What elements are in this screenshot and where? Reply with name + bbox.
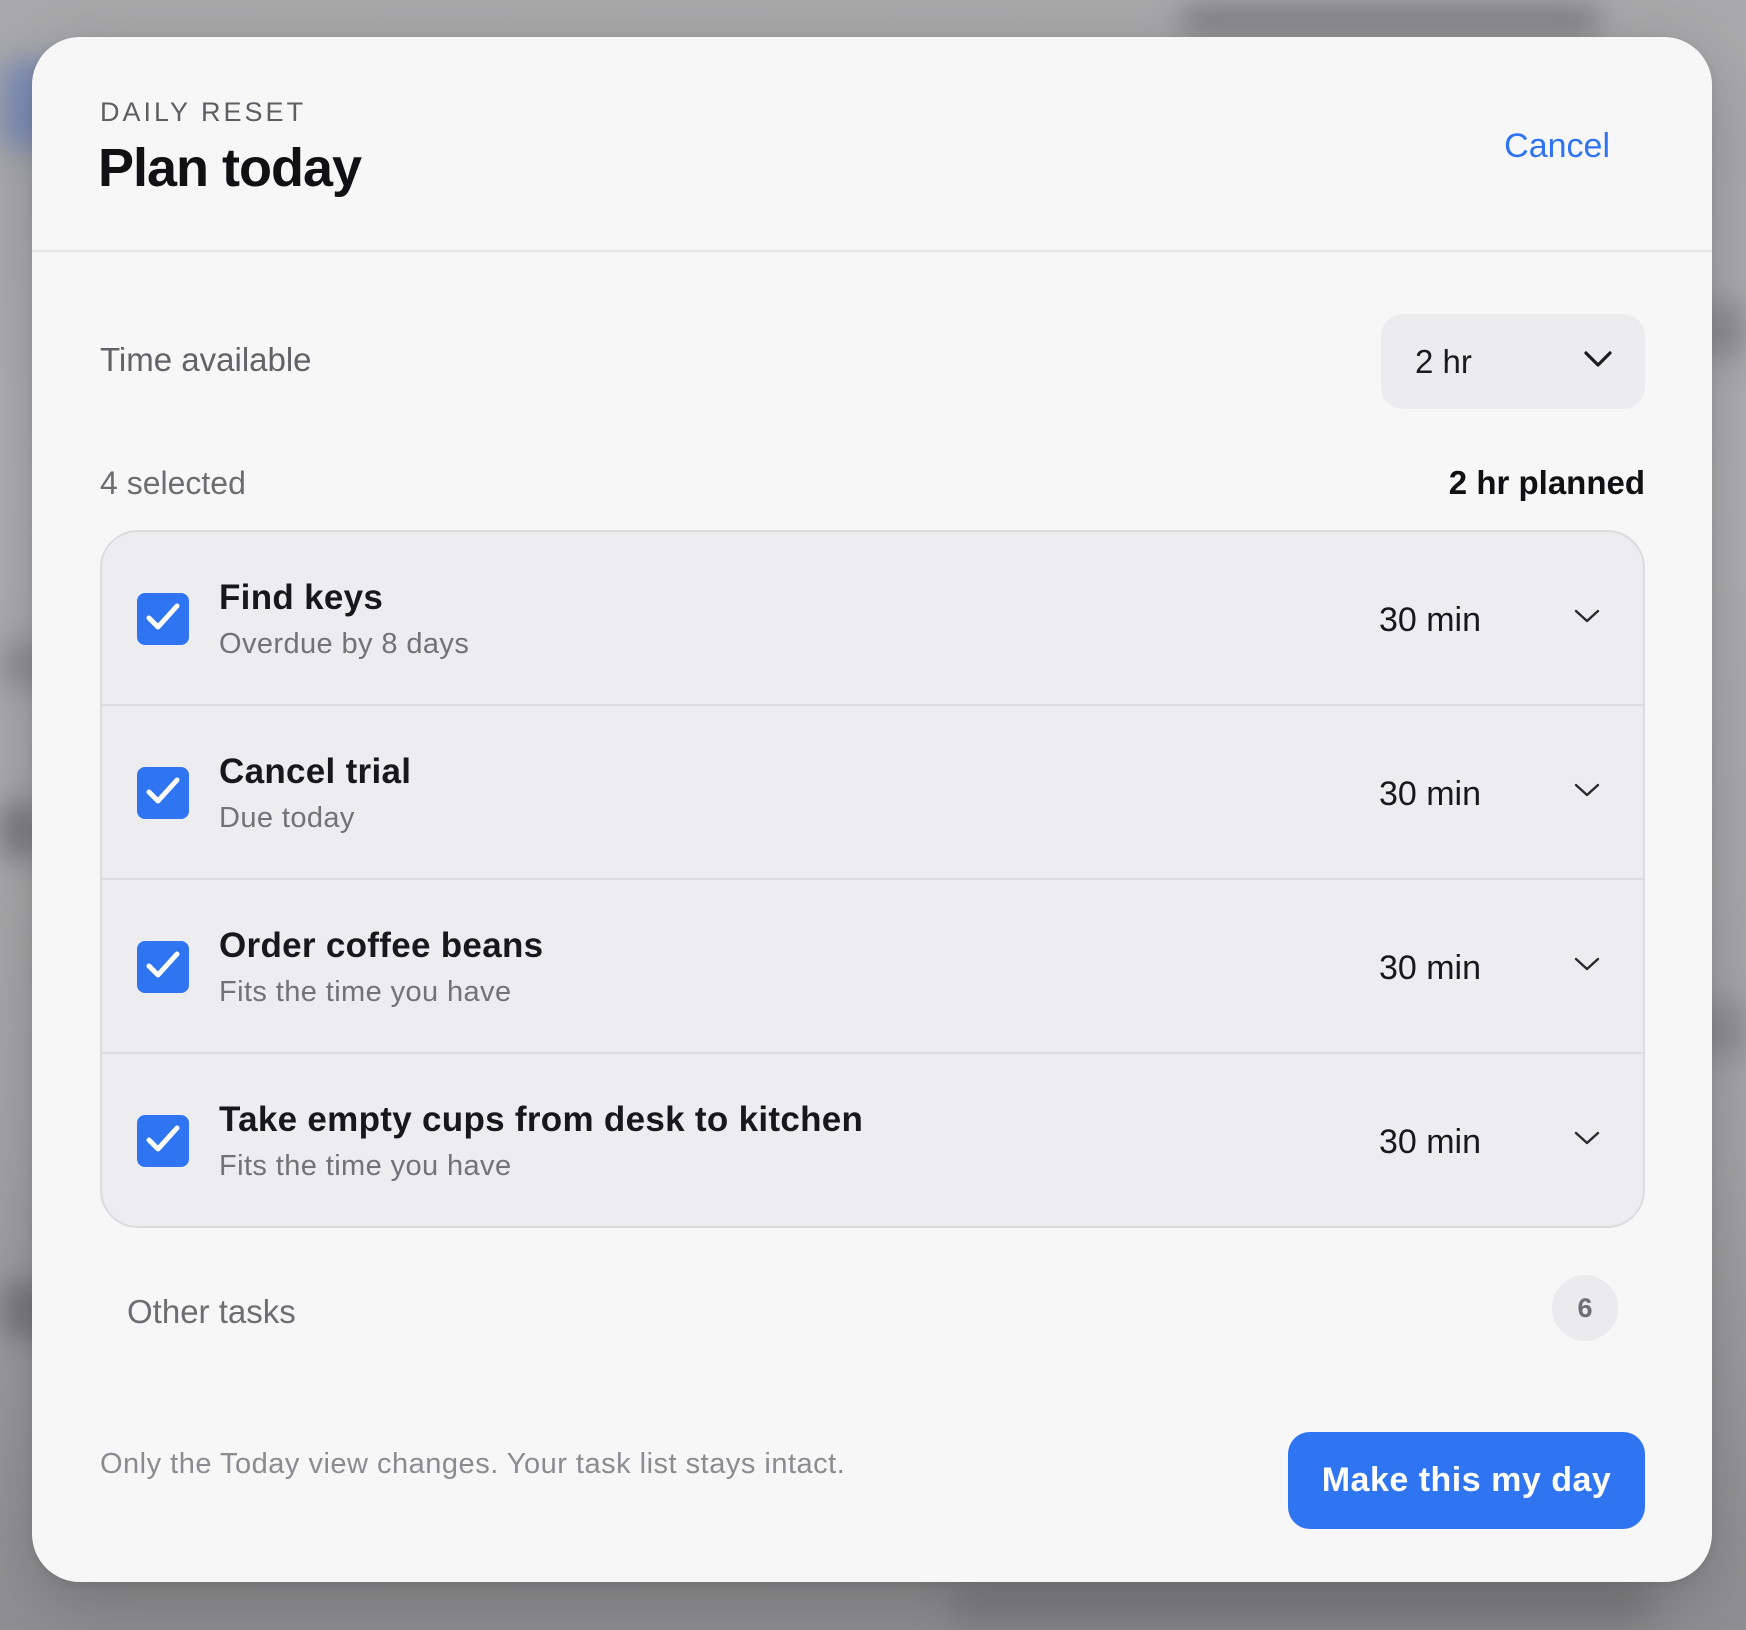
task-subtitle: Fits the time you have <box>219 1150 512 1182</box>
task-checkbox[interactable] <box>137 1115 189 1167</box>
task-subtitle: Overdue by 8 days <box>219 628 470 660</box>
make-this-my-day-button[interactable]: Make this my day <box>1288 1432 1645 1529</box>
task-subtitle: Due today <box>219 802 355 834</box>
background-blur-shape <box>1180 6 1600 34</box>
chevron-down-icon <box>1573 1129 1601 1152</box>
duration-dropdown-button[interactable] <box>1567 772 1607 812</box>
cancel-button[interactable]: Cancel <box>1504 127 1610 166</box>
plan-today-dialog: DAILY RESET Plan today Cancel Time avail… <box>32 37 1712 1582</box>
chevron-down-icon <box>1573 607 1601 630</box>
chevron-down-icon <box>1573 781 1601 804</box>
time-available-select[interactable]: 2 hr <box>1381 314 1645 409</box>
duration-dropdown-button[interactable] <box>1567 1120 1607 1160</box>
task-checkbox[interactable] <box>137 593 189 645</box>
background-blur-shape <box>950 1580 1650 1630</box>
task-title: Order coffee beans <box>219 926 544 965</box>
task-list: Find keys Overdue by 8 days 30 min Cance… <box>100 530 1645 1228</box>
duration-dropdown-button[interactable] <box>1567 598 1607 638</box>
task-checkbox[interactable] <box>137 767 189 819</box>
checkmark-icon <box>145 950 181 985</box>
task-row[interactable]: Find keys Overdue by 8 days 30 min <box>102 532 1643 706</box>
task-title: Cancel trial <box>219 752 412 791</box>
task-row[interactable]: Cancel trial Due today 30 min <box>102 706 1643 880</box>
task-duration: 30 min <box>1378 949 1481 987</box>
task-row[interactable]: Order coffee beans Fits the time you hav… <box>102 880 1643 1054</box>
task-duration: 30 min <box>1378 1123 1481 1161</box>
task-checkbox[interactable] <box>137 941 189 993</box>
planned-total: 2 hr planned <box>1448 464 1645 501</box>
task-title: Take empty cups from desk to kitchen <box>219 1100 864 1139</box>
task-subtitle: Fits the time you have <box>219 976 512 1008</box>
checkmark-icon <box>145 1124 181 1159</box>
chevron-down-icon <box>1573 955 1601 978</box>
footer-note: Only the Today view changes. Your task l… <box>100 1448 846 1480</box>
chevron-down-icon <box>1583 349 1613 374</box>
checkmark-icon <box>145 776 181 811</box>
time-available-value: 2 hr <box>1415 342 1472 380</box>
dialog-header: DAILY RESET Plan today Cancel <box>32 37 1712 252</box>
dialog-eyebrow: DAILY RESET <box>100 97 307 127</box>
duration-dropdown-button[interactable] <box>1567 946 1607 986</box>
task-duration: 30 min <box>1378 601 1481 639</box>
checkmark-icon <box>145 602 181 637</box>
selected-count: 4 selected <box>100 465 246 501</box>
other-tasks-count-badge: 6 <box>1552 1275 1618 1341</box>
task-title: Find keys <box>219 578 384 617</box>
other-tasks-toggle[interactable]: Other tasks <box>127 1293 296 1331</box>
time-available-label: Time available <box>100 341 312 378</box>
task-duration: 30 min <box>1378 775 1481 813</box>
dialog-title: Plan today <box>98 138 362 198</box>
task-row[interactable]: Take empty cups from desk to kitchen Fit… <box>102 1054 1643 1226</box>
